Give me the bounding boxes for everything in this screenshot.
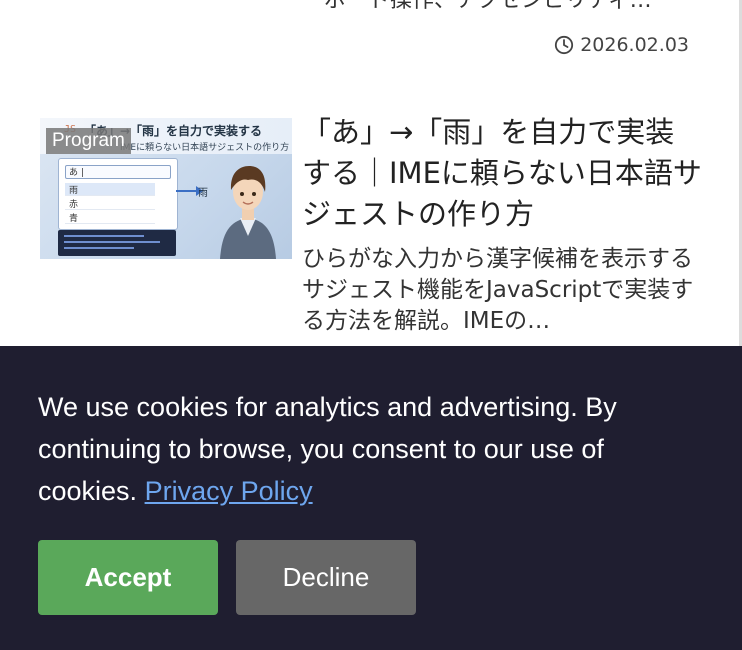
- previous-article-excerpt: ーボード操作、アクセシビリティ…: [302, 0, 652, 13]
- thumbnail-input-value: あ |: [69, 168, 84, 178]
- date-text: 2026.02.03: [580, 34, 689, 56]
- clock-icon: [555, 35, 574, 55]
- thumbnail-subtitle: IMEに頼らない日本語サジェストの作り方: [120, 143, 290, 153]
- previous-article-date: 2026.02.03: [554, 34, 689, 56]
- thumbnail-input: あ |: [65, 165, 171, 179]
- accept-button[interactable]: Accept: [38, 540, 218, 615]
- category-badge[interactable]: Program: [46, 128, 131, 154]
- article-excerpt: ひらがな入力から漢字候補を表示するサジェスト機能をJavaScriptで実装する…: [302, 246, 694, 334]
- thumbnail-suggest-panel: あ | 雨 赤 青: [58, 158, 178, 230]
- thumbnail-suggestion: 赤: [65, 197, 155, 210]
- privacy-policy-link[interactable]: Privacy Policy: [145, 476, 313, 506]
- article-title[interactable]: 「あ」→「雨」を自力で実装する｜IMEに頼らない日本語サジェストの作り方: [302, 112, 702, 235]
- cookie-message-text: We use cookies for analytics and adverti…: [38, 392, 617, 506]
- cookie-message: We use cookies for analytics and adverti…: [38, 386, 678, 512]
- person-illustration-icon: [220, 166, 276, 259]
- decline-button[interactable]: Decline: [236, 540, 416, 615]
- article-thumbnail[interactable]: JS 「あ」→「雨」を自力で実装する IMEに頼らない日本語サジェストの作り方 …: [40, 118, 292, 259]
- thumbnail-arrow: [176, 190, 198, 192]
- thumbnail-code: [58, 230, 176, 256]
- thumbnail-suggestion: 青: [65, 211, 155, 224]
- article-card[interactable]: JS 「あ」→「雨」を自力で実装する IMEに頼らない日本語サジェストの作り方 …: [40, 112, 702, 352]
- thumbnail-suggestion: 雨: [65, 183, 155, 196]
- cookie-banner: We use cookies for analytics and adverti…: [0, 346, 742, 650]
- thumbnail-result: 雨: [198, 188, 208, 199]
